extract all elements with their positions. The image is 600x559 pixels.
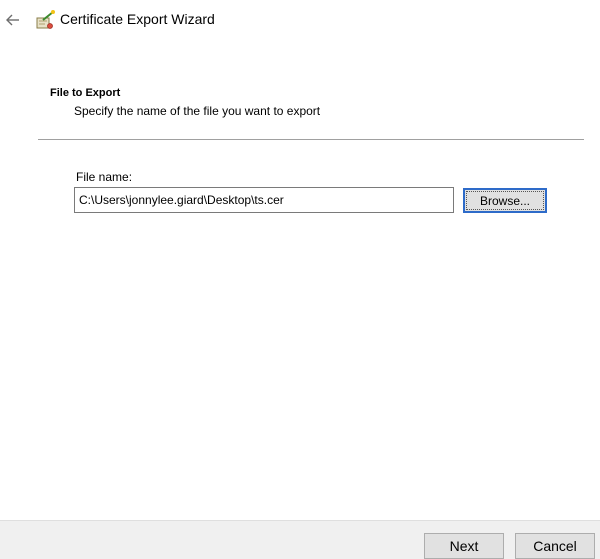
- file-name-label: File name:: [76, 170, 133, 184]
- browse-button[interactable]: Browse...: [463, 188, 547, 213]
- wizard-footer: Next Cancel: [0, 520, 600, 559]
- next-button[interactable]: Next: [424, 533, 504, 559]
- window-title: Certificate Export Wizard: [60, 11, 215, 27]
- file-name-input[interactable]: [74, 187, 454, 213]
- cancel-button[interactable]: Cancel: [515, 533, 595, 559]
- back-button[interactable]: [2, 9, 24, 31]
- title-bar: Certificate Export Wizard: [0, 0, 600, 40]
- certificate-export-wizard-window: Certificate Export Wizard File to Export…: [0, 0, 600, 559]
- back-arrow-icon: [6, 14, 19, 26]
- section-title: File to Export: [50, 87, 121, 99]
- header-divider: [38, 139, 584, 140]
- section-subtitle: Specify the name of the file you want to…: [74, 104, 321, 118]
- certificate-wizard-icon: [34, 9, 56, 31]
